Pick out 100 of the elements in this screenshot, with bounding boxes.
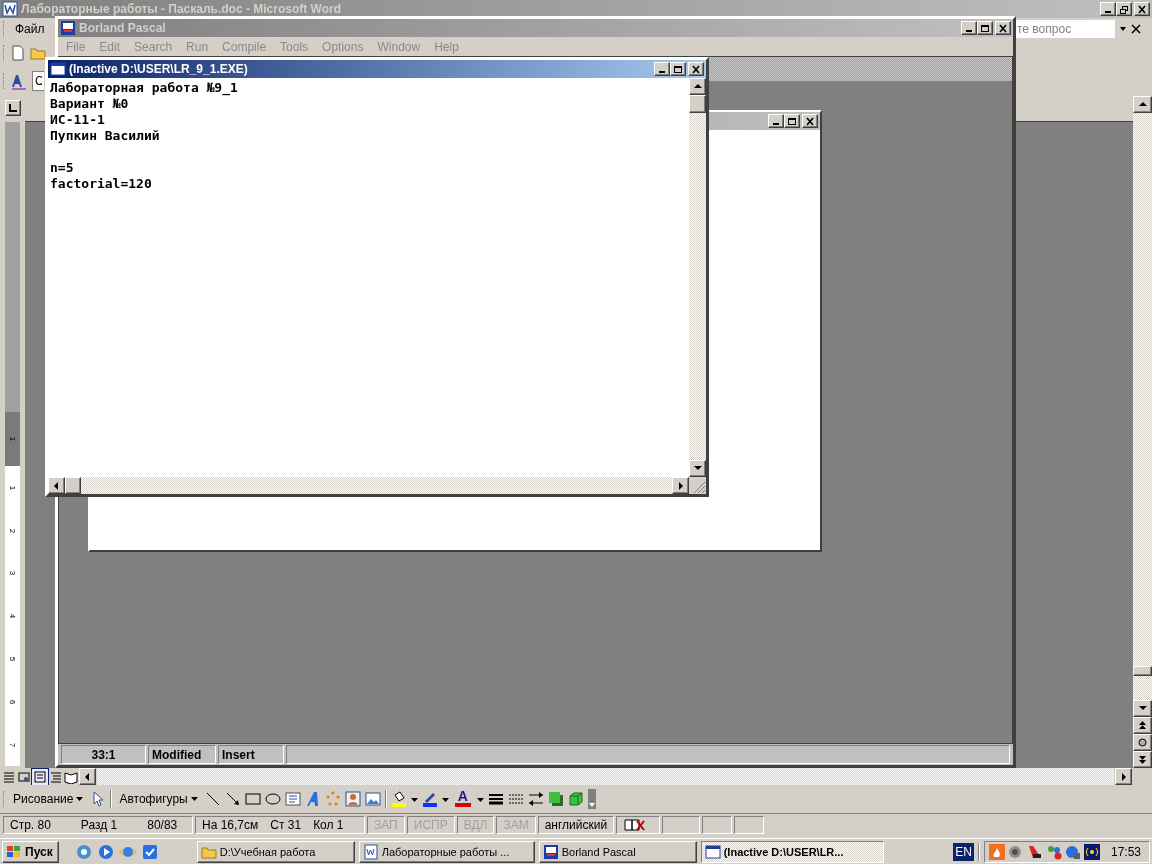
console-line: Вариант №0 xyxy=(50,96,130,112)
picture-icon[interactable] xyxy=(364,791,381,807)
windows-logo-icon xyxy=(6,844,22,859)
flame-icon[interactable] xyxy=(988,843,1005,860)
ruler-number: 1 xyxy=(8,485,17,491)
clipart-icon[interactable] xyxy=(344,791,361,807)
close-button[interactable] xyxy=(995,21,1011,35)
minimize-icon xyxy=(659,71,665,73)
line-icon[interactable] xyxy=(204,791,221,807)
caret-icon xyxy=(76,797,84,801)
drawing-menu-button[interactable]: Рисование xyxy=(10,789,87,809)
restore-icon xyxy=(1119,4,1129,14)
shield-icon[interactable] xyxy=(1026,843,1043,860)
tab-stop-button[interactable] xyxy=(4,100,21,116)
taskbar-button[interactable]: (Inactive D:\USER\LR... xyxy=(700,840,884,863)
new-document-icon[interactable] xyxy=(10,45,26,61)
taskbar-button[interactable]: Лабораторные работы ... xyxy=(358,840,535,863)
caret-icon[interactable] xyxy=(441,795,449,803)
styles-icon[interactable] xyxy=(10,72,28,90)
maximize-button[interactable] xyxy=(784,114,800,128)
rectangle-icon[interactable] xyxy=(244,791,261,807)
taskbar-button[interactable]: D:\Учебная работа xyxy=(196,840,355,863)
close-icon xyxy=(691,64,701,74)
scroll-right-button[interactable] xyxy=(672,477,689,494)
console-line: Пупкин Василий xyxy=(50,128,161,144)
ruler-number: 6 xyxy=(8,699,17,704)
console-line: n=5 xyxy=(50,160,75,176)
document-icon[interactable] xyxy=(362,843,379,860)
globe-icon[interactable] xyxy=(1064,843,1081,860)
scroll-left-button[interactable] xyxy=(48,477,65,494)
reading-view-icon[interactable] xyxy=(64,769,78,784)
window-title: Borland Pascal xyxy=(79,21,167,35)
caret-icon[interactable] xyxy=(1119,25,1127,33)
arrow-style-icon[interactable] xyxy=(527,791,544,807)
ellipse-icon[interactable] xyxy=(264,791,281,807)
speaker-icon[interactable] xyxy=(1007,843,1024,860)
fill-color-icon[interactable] xyxy=(390,791,407,807)
status-text: Insert xyxy=(222,747,255,762)
scroll-down-button[interactable] xyxy=(1133,700,1152,717)
autoshapes-menu-button[interactable]: Автофигуры xyxy=(116,789,201,809)
next-page-button[interactable] xyxy=(1133,751,1152,768)
window-icon[interactable] xyxy=(704,843,721,860)
previous-page-button[interactable] xyxy=(1133,717,1152,734)
shadow-icon[interactable] xyxy=(547,791,564,807)
minimize-button[interactable] xyxy=(1100,2,1116,16)
close-button[interactable] xyxy=(802,114,818,128)
browse-object-button[interactable] xyxy=(1133,734,1152,751)
maximize-button[interactable] xyxy=(670,62,686,76)
window-icon[interactable] xyxy=(50,61,66,77)
minimize-button[interactable] xyxy=(961,21,977,35)
web-view-icon[interactable] xyxy=(17,769,31,784)
app-icon[interactable] xyxy=(60,20,76,36)
minimize-button[interactable] xyxy=(768,114,784,128)
outline-view-icon[interactable] xyxy=(49,769,63,784)
scroll-thumb[interactable] xyxy=(689,95,706,113)
wireless-icon[interactable] xyxy=(1083,843,1100,860)
circle-icon xyxy=(1138,738,1147,747)
scroll-up-button[interactable] xyxy=(689,78,706,95)
spelling-status-icon[interactable] xyxy=(623,817,646,832)
wordart-icon[interactable] xyxy=(304,791,321,807)
taskbar-button[interactable]: Borland Pascal xyxy=(538,840,697,863)
toolbar-options-icon[interactable] xyxy=(587,789,596,809)
maximize-button[interactable] xyxy=(977,21,993,35)
caret-icon[interactable] xyxy=(410,795,418,803)
start-button[interactable]: Пуск xyxy=(2,840,59,863)
scroll-down-button[interactable] xyxy=(689,460,706,477)
arrow-icon[interactable] xyxy=(224,791,241,807)
line-style-icon[interactable] xyxy=(487,791,504,807)
ruler-number: 1 xyxy=(8,436,17,442)
media-player-icon[interactable] xyxy=(96,842,115,861)
scroll-thumb[interactable] xyxy=(1133,666,1152,676)
scroll-thumb[interactable] xyxy=(65,477,81,494)
minimize-button[interactable] xyxy=(654,62,670,76)
desktop-icon[interactable] xyxy=(140,842,159,861)
ruler-number: 7 xyxy=(8,742,17,747)
minimize-icon xyxy=(966,30,972,32)
caret-icon[interactable] xyxy=(476,795,484,803)
help-search-field[interactable]: те вопрос xyxy=(1015,20,1115,38)
close-button[interactable] xyxy=(688,62,704,76)
close-icon xyxy=(805,116,815,126)
close-button[interactable] xyxy=(1134,2,1150,16)
scroll-left-button[interactable] xyxy=(79,768,96,785)
print-layout-icon[interactable] xyxy=(32,768,48,785)
clock[interactable]: 17:53 xyxy=(1110,844,1141,859)
line-color-icon[interactable] xyxy=(421,791,438,807)
language-indicator[interactable]: EN xyxy=(953,842,974,861)
minimize-icon xyxy=(1105,11,1111,13)
cube-icon[interactable] xyxy=(567,791,584,807)
normal-view-icon[interactable] xyxy=(2,769,16,784)
scroll-up-button[interactable] xyxy=(1133,96,1152,113)
status-text: Разд 1 xyxy=(80,817,118,832)
close-icon[interactable] xyxy=(1131,24,1141,34)
scroll-right-button[interactable] xyxy=(1115,768,1132,785)
ruler-number: 2 xyxy=(8,528,17,533)
dash-style-icon[interactable] xyxy=(507,791,524,807)
search-icon[interactable] xyxy=(74,842,93,861)
app-icon[interactable] xyxy=(542,843,559,860)
font-color-button[interactable]: A xyxy=(452,789,473,809)
menu-item[interactable]: Файл xyxy=(10,20,50,38)
restore-button[interactable] xyxy=(1116,2,1132,16)
